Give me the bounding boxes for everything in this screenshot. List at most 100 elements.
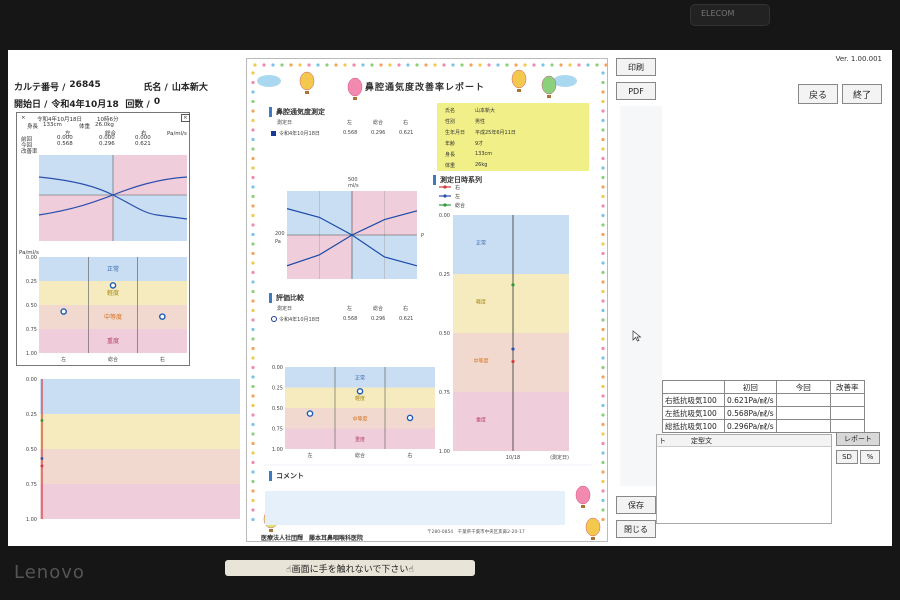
section-measure: 鼻腔通気度測定	[269, 107, 325, 117]
border-dot	[601, 327, 605, 332]
border-dot	[601, 422, 605, 427]
mini-close-button[interactable]: ×	[181, 114, 190, 122]
border-dot	[601, 270, 605, 275]
border-dot	[601, 137, 605, 142]
balloon-basket-icon	[581, 505, 585, 508]
template-prefix: ト	[659, 436, 666, 445]
border-dot	[601, 508, 605, 512]
info-val: 山本新大	[475, 108, 496, 114]
ts-x-tick-label: 10/18	[506, 455, 520, 461]
border-dot	[251, 517, 255, 522]
balloon-icon	[585, 517, 601, 537]
border-dot	[541, 63, 545, 67]
border-dot	[343, 63, 347, 67]
close-button[interactable]: 閉じる	[616, 520, 656, 538]
flow-left-unit: Pa	[275, 239, 281, 245]
data-point-0	[60, 308, 67, 315]
border-dot	[505, 63, 509, 67]
y-tick-label: 0.25	[26, 279, 37, 285]
tbl-h-total: 総合	[373, 120, 384, 126]
category-tick-label: 総合	[355, 452, 365, 459]
timeseries-chart: 正常軽度中等度重度 0.00 0.25 0.50 0.75 1.00 10/18 (測定日)	[439, 213, 569, 461]
exit-button[interactable]: 終了	[842, 84, 882, 104]
border-dot	[251, 137, 255, 142]
border-dot	[251, 470, 255, 474]
ts-tick-label: 1.00	[439, 449, 450, 455]
print-button[interactable]: 印刷	[616, 58, 656, 76]
results-first: 0.296Pa/㎖/s	[724, 419, 777, 433]
y-tick-label: 0.00	[272, 365, 283, 371]
border-dot	[251, 508, 255, 512]
border-dot	[289, 63, 293, 67]
results-h-blank	[662, 380, 725, 394]
patient-info-box: 氏名 山本新大 性別 男性 生年月日 平成25年6月11日 年齢 9才 身長 133cm …	[437, 103, 589, 171]
ts-level-label-severe: 重度	[476, 417, 486, 424]
border-dot	[601, 71, 605, 75]
mini-weight-label: 体重	[79, 124, 91, 130]
balloon-icon	[511, 69, 527, 89]
info-row: 年齢 9才	[445, 140, 589, 147]
border-dot	[251, 403, 255, 408]
results-h-first: 初回	[724, 380, 777, 394]
border-dot	[251, 232, 255, 237]
ts-level-label-moderate: 中等度	[473, 358, 488, 365]
balloon-basket-icon	[517, 89, 521, 92]
border-dot	[316, 63, 320, 67]
info-row: 性別 男性	[445, 118, 589, 125]
legend-label-0: 右	[455, 184, 460, 191]
category-tick-label: 右	[407, 452, 412, 459]
pdf-button[interactable]: PDF	[616, 82, 656, 100]
border-dot	[251, 156, 255, 161]
border-dot	[251, 194, 255, 199]
legend-marker-2	[443, 203, 447, 207]
category-tick-label: 左	[61, 356, 66, 363]
ts-tick-label: 0.25	[439, 272, 450, 278]
border-dot	[251, 166, 255, 170]
results-now	[775, 419, 831, 433]
info-key: 性別	[445, 119, 456, 125]
border-dot	[251, 175, 255, 180]
border-dot	[251, 80, 255, 85]
legend-label-1: 左	[455, 193, 460, 200]
border-dot	[601, 242, 605, 246]
results-rate	[829, 393, 865, 407]
border-dot	[251, 337, 255, 341]
border-dot	[298, 63, 302, 67]
mini-flow-chart	[38, 155, 188, 241]
info-row: 身長 133cm	[445, 151, 589, 158]
tbl-r-left: 0.568	[343, 130, 358, 136]
chart-no-label: カルテ番号 /	[14, 83, 66, 93]
balloon-basket-icon	[547, 95, 551, 98]
border-dot	[601, 451, 605, 455]
back-button[interactable]: 戻る	[798, 84, 838, 104]
border-dot	[251, 308, 255, 313]
border-dot	[271, 63, 275, 67]
border-dot	[601, 299, 605, 303]
border-dot	[601, 99, 605, 104]
ts-point-0	[511, 359, 515, 364]
border-dot	[251, 413, 255, 417]
info-val: 133cm	[475, 151, 493, 157]
info-row: 生年月日 平成25年6月11日	[445, 129, 589, 136]
percent-button[interactable]: %	[860, 450, 880, 464]
timeline-tick-label: 0.50	[26, 447, 37, 453]
cloud-icon	[257, 75, 281, 87]
border-dot	[251, 109, 255, 113]
timeline-point-0	[40, 464, 44, 468]
mini-now-left: 0.568	[57, 141, 73, 147]
results-rate	[829, 419, 865, 433]
border-dot	[397, 63, 401, 67]
border-dot	[251, 346, 255, 351]
report-button[interactable]: レポート	[836, 432, 880, 446]
info-val: 平成25年6月11日	[475, 130, 516, 136]
sd-button[interactable]: SD	[836, 450, 858, 464]
save-button[interactable]: 保存	[616, 496, 656, 514]
mini-now-right: 0.621	[135, 141, 151, 147]
template-text-panel[interactable]: ト 定型文	[656, 434, 832, 524]
timeline-band-moderate	[40, 449, 240, 484]
cmp-r-right: 0.621	[399, 316, 414, 322]
template-label: 定型文	[691, 436, 712, 445]
border-dot	[251, 299, 255, 303]
border-dot	[251, 498, 255, 503]
border-dot	[601, 365, 605, 370]
